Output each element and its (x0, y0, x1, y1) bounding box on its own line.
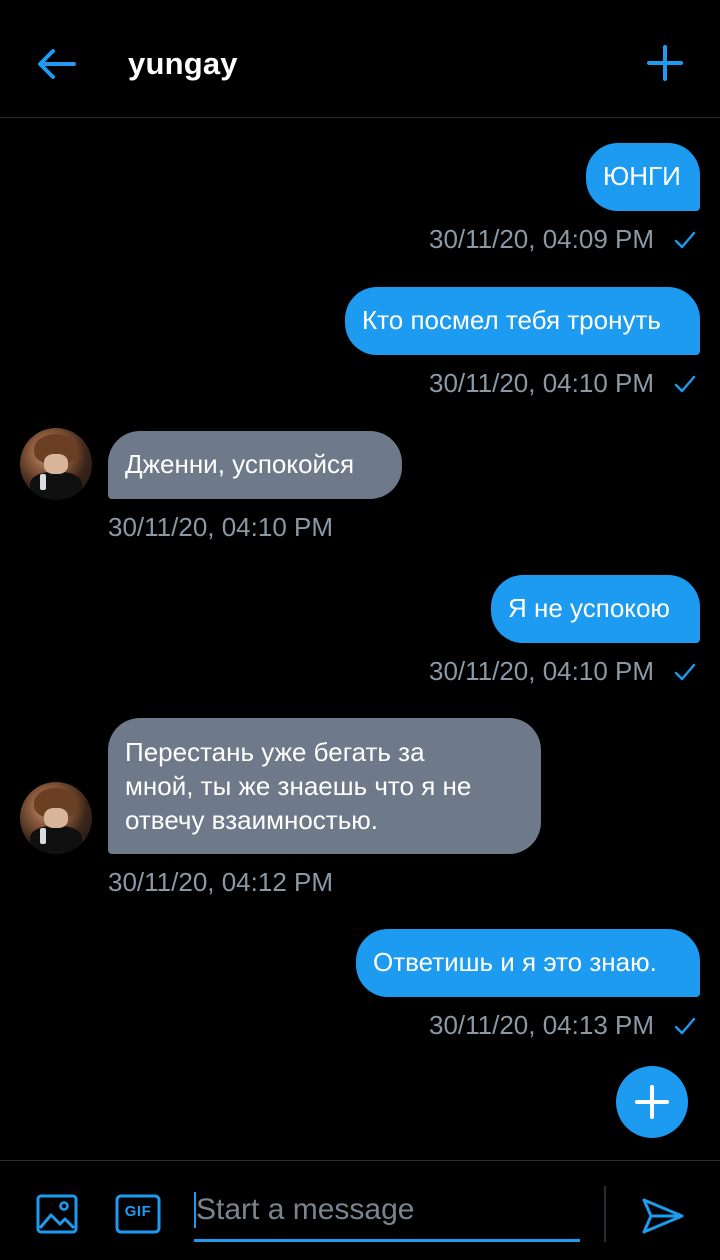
add-image-button[interactable] (34, 1192, 80, 1236)
send-icon (642, 1198, 684, 1234)
conversation-header: yungay (0, 0, 720, 118)
message-meta: 30/11/20, 04:10 PM (429, 656, 696, 687)
message-timestamp: 30/11/20, 04:12 PM (108, 867, 334, 897)
message-meta: 30/11/20, 04:09 PM (429, 224, 696, 255)
message-timestamp: 30/11/20, 04:13 PM (428, 1010, 654, 1040)
conversation-title[interactable]: yungay (128, 46, 238, 82)
message-meta: 30/11/20, 04:10 PM (429, 368, 696, 399)
gif-label: GIF (124, 1203, 152, 1220)
checkmark-icon (674, 1017, 696, 1034)
message-input-wrapper (194, 1184, 580, 1242)
add-gif-button[interactable]: GIF (114, 1192, 162, 1236)
floating-add-button[interactable] (616, 1066, 688, 1138)
message-bubble-outgoing[interactable]: Я не успокою (491, 575, 700, 643)
checkmark-icon (674, 663, 696, 680)
message-timestamp: 30/11/20, 04:10 PM (108, 512, 334, 542)
back-button[interactable] (34, 44, 78, 84)
checkmark-icon (674, 375, 696, 392)
message-bubble-outgoing[interactable]: ЮНГИ (586, 143, 700, 211)
message-bubble-incoming[interactable]: Перестань уже бегать за мной, ты же знае… (108, 718, 541, 854)
header-add-button[interactable] (642, 40, 688, 86)
message-meta: 30/11/20, 04:13 PM (429, 1010, 696, 1041)
avatar[interactable] (20, 428, 92, 500)
arrow-left-icon (38, 49, 76, 79)
message-timestamp: 30/11/20, 04:09 PM (428, 224, 654, 254)
message-timestamp: 30/11/20, 04:10 PM (428, 368, 654, 398)
send-button[interactable] (640, 1194, 686, 1238)
checkmark-icon (674, 231, 696, 248)
message-bubble-outgoing[interactable]: Ответишь и я это знаю. (356, 929, 700, 997)
plus-icon (635, 1085, 669, 1119)
text-caret (194, 1192, 196, 1228)
message-bubble-incoming[interactable]: Дженни, успокойся (108, 431, 402, 499)
plus-icon (647, 45, 683, 81)
message-timestamp: 30/11/20, 04:10 PM (428, 656, 654, 686)
image-icon (36, 1194, 78, 1234)
message-bubble-outgoing[interactable]: Кто посмел тебя тронуть (345, 287, 700, 355)
message-input[interactable] (194, 1184, 580, 1236)
composer-divider (604, 1186, 606, 1242)
avatar[interactable] (20, 782, 92, 854)
